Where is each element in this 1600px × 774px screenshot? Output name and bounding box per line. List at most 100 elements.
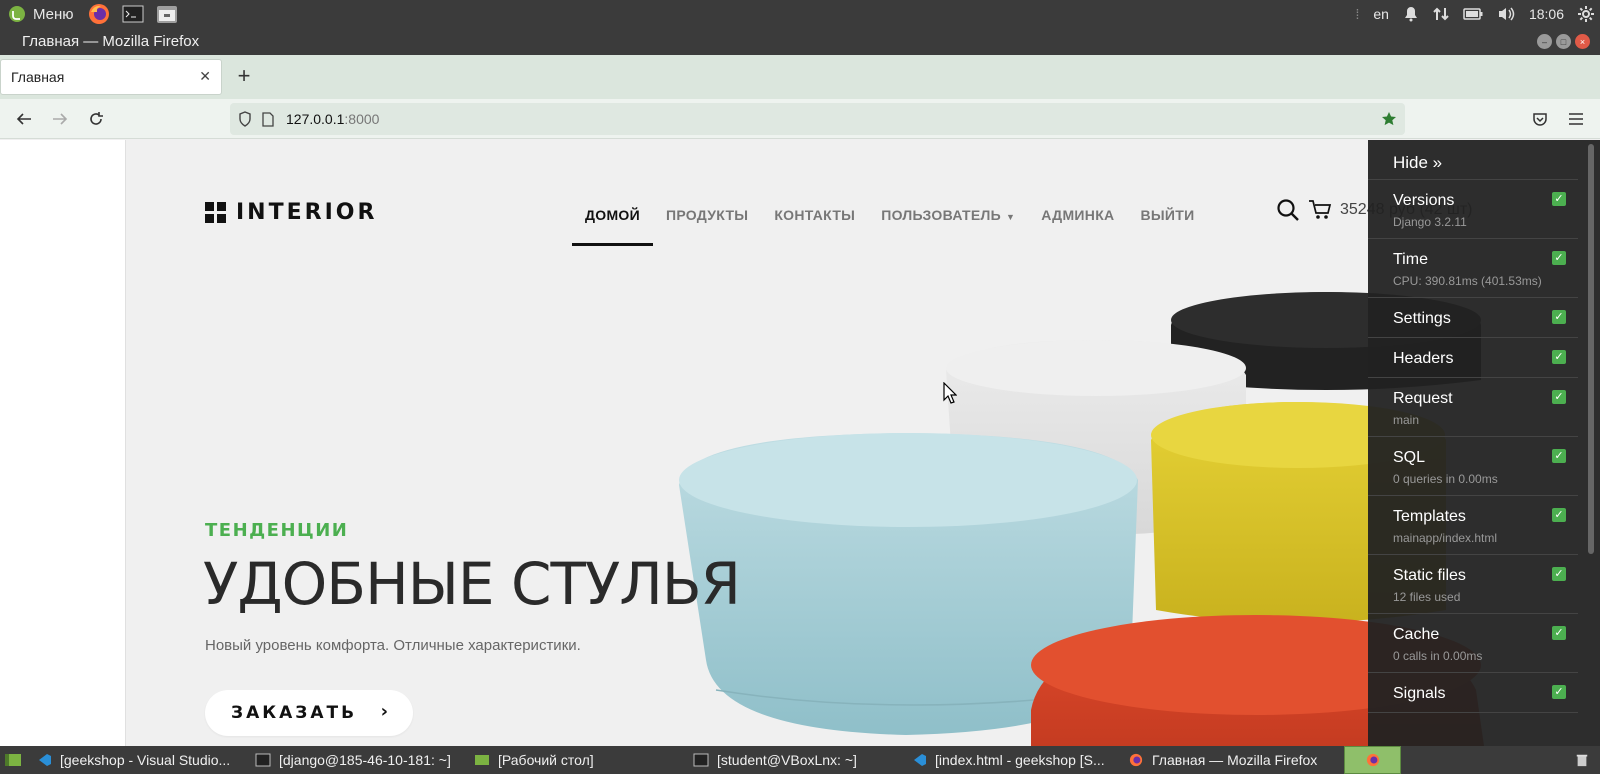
app-menu-button[interactable] [1564, 107, 1588, 131]
browser-tab[interactable]: Главная ✕ [0, 59, 222, 95]
terminal-icon [122, 5, 144, 23]
reload-icon [90, 112, 103, 125]
vscode-icon [914, 754, 926, 766]
page-info-icon[interactable] [262, 111, 274, 127]
notification-bell-icon[interactable] [1403, 6, 1419, 22]
maximize-icon[interactable]: □ [1556, 34, 1571, 49]
firefox-icon [1366, 753, 1379, 767]
debug-panel-signals[interactable]: Signals ✓ [1368, 673, 1578, 713]
debug-panel-cache[interactable]: Cache 0 calls in 0.00ms ✓ [1368, 614, 1578, 673]
clock[interactable]: 18:06 [1529, 6, 1564, 22]
logo-grid-icon [205, 202, 226, 223]
checkbox-checked-icon[interactable]: ✓ [1552, 626, 1566, 640]
keyboard-layout[interactable]: en [1373, 6, 1389, 22]
desktop-icon [5, 754, 21, 766]
battery-icon[interactable] [1463, 8, 1483, 20]
forward-arrow-icon [53, 113, 68, 125]
checkbox-checked-icon[interactable]: ✓ [1552, 251, 1566, 265]
pocket-button[interactable] [1528, 107, 1552, 131]
panel-subtitle: main [1393, 413, 1420, 427]
file-manager-icon [156, 6, 177, 23]
back-arrow-icon [16, 113, 31, 125]
order-button[interactable]: ЗАКАЗАТЬ › [205, 690, 413, 736]
panel-subtitle: Django 3.2.11 [1393, 215, 1467, 229]
taskbar-item-vscode[interactable]: [geekshop - Visual Studio... [36, 746, 248, 774]
hamburger-menu-icon [1569, 113, 1583, 125]
files-launcher[interactable] [150, 0, 184, 28]
search-icon[interactable] [1276, 198, 1300, 222]
hero-subtitle: Новый уровень комфорта. Отличные характе… [205, 637, 581, 654]
site-logo[interactable]: INTERIOR [205, 200, 377, 225]
url-bar[interactable]: 127.0.0.1:8000 [230, 103, 1405, 135]
debug-panel-static-files[interactable]: Static files 12 files used ✓ [1368, 555, 1578, 614]
firefox-icon [88, 4, 109, 24]
site-main-nav: ДОМОЙ ПРОДУКТЫ КОНТАКТЫ ПОЛЬЗОВАТЕЛЬ ▼ АД… [572, 200, 1207, 246]
window-title: Главная — Mozilla Firefox [22, 33, 200, 50]
taskbar-item-desktop[interactable]: [Рабочий стол] [474, 746, 686, 774]
debug-panel-request[interactable]: Request main ✓ [1368, 378, 1578, 437]
taskbar-trash[interactable] [1574, 746, 1596, 774]
nav-products[interactable]: ПРОДУКТЫ [653, 200, 761, 246]
cart-icon[interactable] [1308, 199, 1332, 221]
firefox-launcher[interactable] [82, 0, 116, 28]
settings-gear-icon[interactable] [1578, 6, 1594, 22]
chevron-right-icon: › [380, 701, 391, 722]
debug-panel-settings[interactable]: Settings ✓ [1368, 298, 1578, 338]
panel-subtitle: 12 files used [1393, 590, 1461, 604]
checkbox-checked-icon[interactable]: ✓ [1552, 310, 1566, 324]
debug-panel-sql[interactable]: SQL 0 queries in 0.00ms ✓ [1368, 437, 1578, 496]
back-button[interactable] [12, 107, 36, 131]
order-button-label: ЗАКАЗАТЬ [231, 703, 358, 723]
checkbox-checked-icon[interactable]: ✓ [1552, 508, 1566, 522]
navigation-toolbar: 127.0.0.1:8000 [0, 99, 1600, 139]
nav-contacts[interactable]: КОНТАКТЫ [761, 200, 868, 246]
mint-logo-icon [9, 6, 25, 22]
checkbox-checked-icon[interactable]: ✓ [1552, 449, 1566, 463]
checkbox-checked-icon[interactable]: ✓ [1552, 390, 1566, 404]
task-label: [django@185-46-10-181: ~] [279, 752, 451, 768]
checkbox-checked-icon[interactable]: ✓ [1552, 192, 1566, 206]
firefox-icon [1129, 753, 1143, 767]
panel-title: Headers [1393, 350, 1454, 367]
trash-icon [1576, 754, 1588, 767]
nav-user-dropdown[interactable]: ПОЛЬЗОВАТЕЛЬ ▼ [868, 200, 1028, 246]
taskbar-item-django-ssh[interactable]: [django@185-46-10-181: ~] [255, 746, 467, 774]
nav-admin[interactable]: АДМИНКА [1028, 200, 1127, 246]
bookmark-star-icon[interactable] [1381, 111, 1397, 127]
taskbar-item-vscode-index[interactable]: [index.html - geekshop [S... [911, 746, 1123, 774]
new-tab-button[interactable]: + [232, 65, 256, 89]
shield-icon[interactable] [238, 111, 252, 127]
debug-panel-versions[interactable]: Versions Django 3.2.11 ✓ [1368, 180, 1578, 239]
debug-toolbar-scrollbar[interactable] [1588, 144, 1594, 554]
taskbar-item-firefox[interactable]: Главная — Mozilla Firefox [1128, 746, 1340, 774]
close-window-icon[interactable]: × [1575, 34, 1590, 49]
panel-title: SQL [1393, 449, 1426, 466]
checkbox-checked-icon[interactable]: ✓ [1552, 567, 1566, 581]
nav-logout[interactable]: ВЫЙТИ [1127, 200, 1207, 246]
url-port: :8000 [344, 111, 380, 127]
show-desktop-button[interactable] [4, 746, 26, 774]
volume-icon[interactable] [1497, 6, 1515, 22]
tab-close-icon[interactable]: ✕ [199, 68, 211, 85]
panel-subtitle: 0 queries in 0.00ms [1393, 472, 1498, 486]
checkbox-checked-icon[interactable]: ✓ [1552, 350, 1566, 364]
taskbar-active-firefox[interactable] [1344, 746, 1401, 774]
network-icon[interactable] [1433, 6, 1449, 22]
taskbar-item-student-terminal[interactable]: [student@VBoxLnx: ~] [693, 746, 905, 774]
reload-button[interactable] [84, 107, 108, 131]
minimize-icon[interactable]: – [1537, 34, 1552, 49]
task-label: Главная — Mozilla Firefox [1152, 752, 1318, 768]
os-menu-button[interactable]: Меню [0, 0, 82, 28]
nav-home[interactable]: ДОМОЙ [572, 200, 653, 246]
page-viewport: INTERIOR ДОМОЙ ПРОДУКТЫ КОНТАКТЫ ПОЛЬЗОВ… [0, 140, 1600, 746]
debug-toolbar-hide[interactable]: Hide » [1368, 140, 1578, 180]
terminal-icon [693, 753, 709, 767]
task-label: [geekshop - Visual Studio... [60, 752, 231, 768]
checkbox-checked-icon[interactable]: ✓ [1552, 685, 1566, 699]
terminal-launcher[interactable] [116, 0, 150, 28]
mouse-cursor-icon [943, 382, 957, 404]
debug-panel-time[interactable]: Time CPU: 390.81ms (401.53ms) ✓ [1368, 239, 1578, 298]
debug-panel-templates[interactable]: Templates mainapp/index.html ✓ [1368, 496, 1578, 555]
forward-button[interactable] [48, 107, 72, 131]
debug-panel-headers[interactable]: Headers ✓ [1368, 338, 1578, 378]
